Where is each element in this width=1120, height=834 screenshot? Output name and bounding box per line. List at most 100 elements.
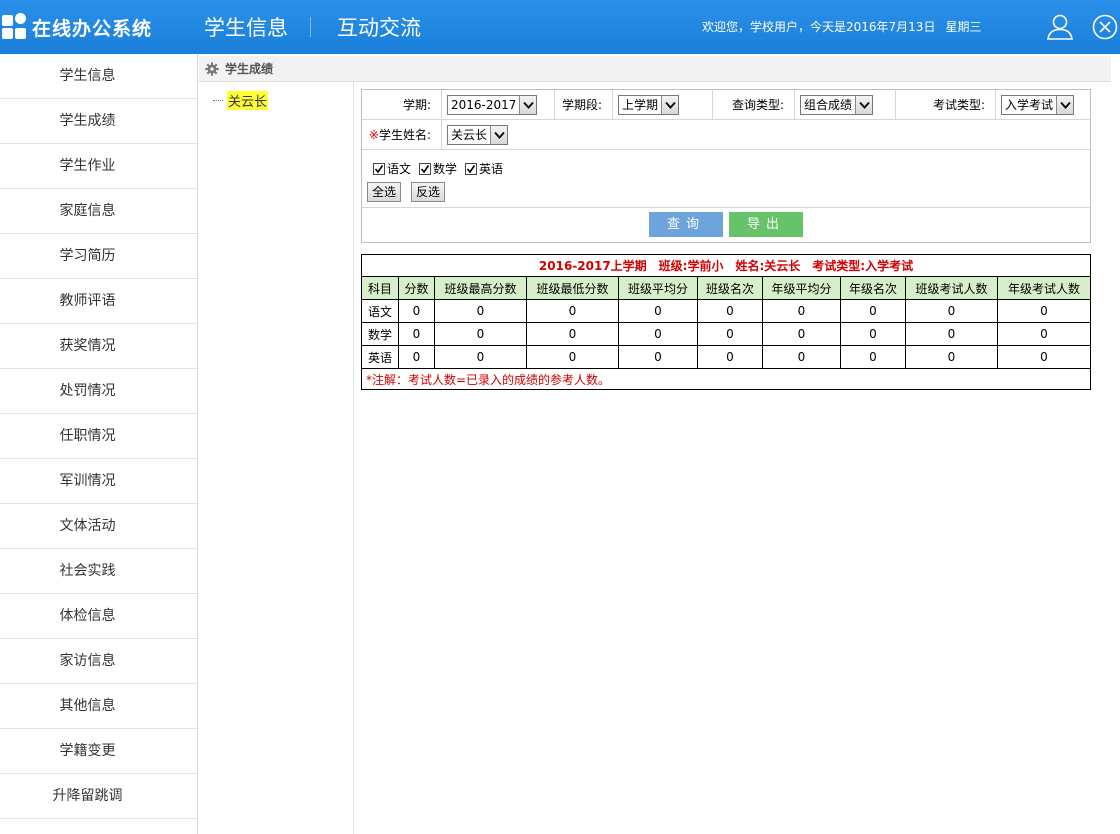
table-cell: 0 (905, 299, 998, 323)
tree-node-label[interactable]: 关云长 (227, 91, 269, 110)
column-header: 班级最低分数 (526, 276, 619, 300)
subject-checkbox-chinese[interactable]: 语文 (373, 160, 411, 177)
query-type-select[interactable]: 组合成绩 (800, 94, 874, 115)
sidebar-item-family-info[interactable]: 家庭信息 (0, 189, 197, 234)
sidebar-item-enrollment-change[interactable]: 学籍变更 (0, 729, 197, 774)
nav-interaction[interactable]: 互动交流 (333, 12, 443, 42)
table-cell: 0 (434, 322, 527, 346)
close-icon[interactable] (1090, 12, 1120, 42)
student-select[interactable]: 关云长 (447, 124, 509, 145)
table-cell: 0 (434, 345, 527, 369)
caption-term: 2016-2017上学期 (538, 259, 647, 273)
table-cell: 0 (840, 299, 906, 323)
table-cell: 0 (762, 345, 841, 369)
welcome-date: 欢迎您，学校用户，今天是2016年7月13日 (702, 20, 936, 34)
column-header: 班级平均分 (618, 276, 698, 300)
nav-divider (310, 17, 311, 37)
query-row-1: 学期: 2016-2017 学期段: 上学期 查询类型: 组合成绩 考试类型: … (362, 90, 1090, 120)
subject-checkbox-math[interactable]: 数学 (419, 160, 457, 177)
sidebar-item-military-training[interactable]: 军训情况 (0, 459, 197, 504)
table-cell: 0 (434, 299, 527, 323)
checkbox-checked-icon[interactable] (419, 162, 432, 175)
chevron-down-icon (1056, 95, 1074, 114)
table-cell: 0 (697, 322, 763, 346)
student-select-value: 关云长 (451, 128, 488, 142)
tree-node-student[interactable]: 关云长 (213, 91, 269, 110)
invert-selection-button[interactable]: 反选 (411, 182, 446, 202)
table-cell: 0 (618, 345, 698, 369)
user-icon[interactable] (1045, 12, 1075, 42)
table-cell: 0 (618, 299, 698, 323)
table-caption-row: 2016-2017上学期 班级:学前小 姓名:关云长 考试类型:入学考试 (361, 254, 1091, 277)
required-mark: ※ (368, 127, 379, 142)
column-header: 班级最高分数 (434, 276, 527, 300)
table-cell: 0 (997, 345, 1091, 369)
period-cell: 上学期 (613, 90, 713, 119)
table-cell: 0 (526, 345, 619, 369)
score-table: 2016-2017上学期 班级:学前小 姓名:关云长 考试类型:入学考试 科目 分数 … (361, 254, 1091, 390)
sidebar-item-study-resume[interactable]: 学习简历 (0, 234, 197, 279)
table-cell: 0 (618, 322, 698, 346)
exam-type-select[interactable]: 入学考试 (1001, 94, 1075, 115)
chevron-down-icon (519, 95, 537, 114)
top-header: 在线办公系统 学生信息 互动交流 欢迎您，学校用户，今天是2016年7月13日星… (0, 0, 1120, 54)
table-cell: 0 (905, 345, 998, 369)
column-header: 年级考试人数 (997, 276, 1091, 300)
app-title: 在线办公系统 (32, 17, 153, 40)
sidebar-item-grade-change[interactable]: 升降留跳调 (0, 774, 197, 819)
table-cell: 0 (762, 299, 841, 323)
table-cell: 0 (840, 345, 906, 369)
period-select[interactable]: 上学期 (618, 94, 680, 115)
column-header: 班级名次 (697, 276, 763, 300)
page-title: 学生成绩 (225, 62, 274, 76)
table-caption: 2016-2017上学期 班级:学前小 姓名:关云长 考试类型:入学考试 (361, 254, 1091, 277)
sidebar-item-penalties[interactable]: 处罚情况 (0, 369, 197, 414)
sidebar-item-health-check[interactable]: 体检信息 (0, 594, 197, 639)
sidebar-item-other-info[interactable]: 其他信息 (0, 684, 197, 729)
column-header: 分数 (398, 276, 435, 300)
table-row: 数学 0 0 0 0 0 0 0 0 0 (361, 322, 1091, 346)
sidebar-item-social-practice[interactable]: 社会实践 (0, 549, 197, 594)
sidebar-item-teacher-comments[interactable]: 教师评语 (0, 279, 197, 324)
app-logo: 在线办公系统 (0, 10, 152, 44)
chevron-down-icon (661, 95, 679, 114)
table-cell: 0 (697, 345, 763, 369)
sidebar-item-student-scores[interactable]: 学生成绩 (0, 99, 197, 144)
sidebar: 学生信息 学生成绩 学生作业 家庭信息 学习简历 教师评语 获奖情况 处罚情况 … (0, 54, 198, 834)
table-cell: 0 (997, 322, 1091, 346)
subject-label: 英语 (479, 162, 504, 176)
table-cell: 0 (762, 322, 841, 346)
table-cell: 0 (526, 299, 619, 323)
nav-student-info[interactable]: 学生信息 (200, 12, 310, 42)
tree-connector (213, 100, 223, 101)
query-row-2: ※ 学生姓名: 关云长 (362, 120, 1090, 150)
sidebar-item-homework[interactable]: 学生作业 (0, 144, 197, 189)
welcome-text: 欢迎您，学校用户，今天是2016年7月13日 星期三 (702, 18, 981, 35)
subject-area: 语文 数学 英语 全选 反选 (362, 150, 1090, 208)
export-button[interactable]: 导出 (729, 212, 803, 237)
exam-type-label: 考试类型: (896, 90, 996, 119)
table-row: 语文 0 0 0 0 0 0 0 0 0 (361, 299, 1091, 323)
student-label-text: 学生姓名: (378, 128, 431, 142)
period-select-value: 上学期 (622, 98, 659, 112)
sidebar-item-student-info[interactable]: 学生信息 (0, 54, 197, 99)
select-all-button[interactable]: 全选 (367, 182, 402, 202)
term-select-value: 2016-2017 (451, 97, 517, 112)
checkbox-checked-icon[interactable] (465, 162, 478, 175)
query-button[interactable]: 查询 (649, 212, 723, 237)
sidebar-item-activities[interactable]: 文体活动 (0, 504, 197, 549)
column-header: 年级平均分 (762, 276, 841, 300)
subject-label: 数学 (433, 162, 458, 176)
chevron-down-icon (490, 125, 508, 144)
term-select[interactable]: 2016-2017 (447, 94, 538, 115)
checkbox-checked-icon[interactable] (373, 162, 385, 175)
gear-icon (205, 61, 219, 76)
caption-exam-type: 考试类型:入学考试 (812, 259, 914, 273)
sidebar-item-positions[interactable]: 任职情况 (0, 414, 197, 459)
subject-checkbox-english[interactable]: 英语 (465, 160, 503, 177)
sidebar-item-awards[interactable]: 获奖情况 (0, 324, 197, 369)
term-cell: 2016-2017 (442, 90, 555, 119)
caption-student: 姓名:关云长 (735, 259, 801, 273)
sidebar-item-home-visit[interactable]: 家访信息 (0, 639, 197, 684)
table-row: 英语 0 0 0 0 0 0 0 0 0 (361, 345, 1091, 369)
